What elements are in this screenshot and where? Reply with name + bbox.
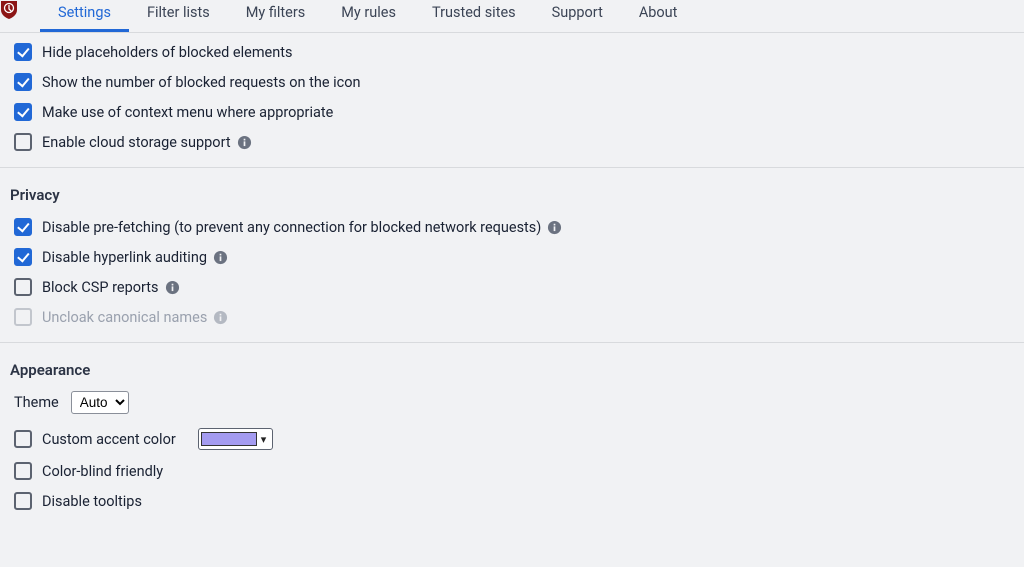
- section-title-appearance: Appearance: [10, 347, 1014, 387]
- row-custom-accent: Custom accent color ▾: [10, 422, 1014, 456]
- checkbox-disable-hyperlink-auditing[interactable]: [14, 248, 32, 266]
- row-cloud-storage: Enable cloud storage support: [10, 127, 1014, 157]
- appearance-section: Appearance Theme Auto Custom accent colo…: [0, 343, 1024, 526]
- row-block-csp: Block CSP reports: [10, 272, 1014, 302]
- label-color-blind: Color-blind friendly: [42, 463, 163, 480]
- checkbox-disable-prefetch[interactable]: [14, 218, 32, 236]
- row-theme: Theme Auto: [10, 387, 1014, 422]
- checkbox-hide-placeholders[interactable]: [14, 43, 32, 61]
- label-disable-prefetch: Disable pre-fetching (to prevent any con…: [42, 219, 541, 236]
- tab-support[interactable]: Support: [534, 0, 621, 32]
- tab-my-filters[interactable]: My filters: [228, 0, 324, 32]
- checkbox-context-menu[interactable]: [14, 103, 32, 121]
- info-icon[interactable]: [237, 135, 252, 150]
- accent-color-picker[interactable]: ▾: [198, 428, 274, 450]
- label-block-csp: Block CSP reports: [42, 279, 159, 296]
- checkbox-block-csp[interactable]: [14, 278, 32, 296]
- label-disable-tooltips: Disable tooltips: [42, 493, 142, 510]
- chevron-down-icon: ▾: [257, 433, 271, 446]
- label-uncloak-canonical: Uncloak canonical names: [42, 309, 207, 326]
- tab-settings[interactable]: Settings: [40, 0, 129, 32]
- tab-filter-lists[interactable]: Filter lists: [129, 0, 228, 32]
- checkbox-color-blind[interactable]: [14, 462, 32, 480]
- info-icon[interactable]: [213, 250, 228, 265]
- row-uncloak-canonical: Uncloak canonical names: [10, 302, 1014, 332]
- row-context-menu: Make use of context menu where appropria…: [10, 97, 1014, 127]
- row-disable-prefetch: Disable pre-fetching (to prevent any con…: [10, 212, 1014, 242]
- checkbox-cloud-storage[interactable]: [14, 133, 32, 151]
- label-cloud-storage: Enable cloud storage support: [42, 134, 231, 151]
- row-color-blind: Color-blind friendly: [10, 456, 1014, 486]
- tab-bar: Settings Filter lists My filters My rule…: [0, 0, 1024, 33]
- tab-trusted-sites[interactable]: Trusted sites: [414, 0, 534, 32]
- checkbox-custom-accent[interactable]: [14, 430, 32, 448]
- section-title-privacy: Privacy: [10, 172, 1014, 212]
- theme-select[interactable]: Auto: [71, 391, 129, 414]
- ublock-logo-icon: [0, 0, 18, 20]
- tab-about[interactable]: About: [621, 0, 696, 32]
- info-icon[interactable]: [547, 220, 562, 235]
- label-theme: Theme: [14, 394, 59, 411]
- row-hide-placeholders: Hide placeholders of blocked elements: [10, 37, 1014, 67]
- row-disable-hyperlink-auditing: Disable hyperlink auditing: [10, 242, 1014, 272]
- row-disable-tooltips: Disable tooltips: [10, 486, 1014, 516]
- info-icon[interactable]: [213, 310, 228, 325]
- checkbox-disable-tooltips[interactable]: [14, 492, 32, 510]
- color-swatch: [201, 432, 257, 446]
- general-section: Hide placeholders of blocked elements Sh…: [0, 33, 1024, 168]
- label-show-blocked-count: Show the number of blocked requests on t…: [42, 74, 361, 91]
- label-hide-placeholders: Hide placeholders of blocked elements: [42, 44, 292, 61]
- label-custom-accent: Custom accent color: [42, 431, 176, 448]
- tab-my-rules[interactable]: My rules: [323, 0, 414, 32]
- info-icon[interactable]: [165, 280, 180, 295]
- privacy-section: Privacy Disable pre-fetching (to prevent…: [0, 168, 1024, 343]
- row-show-blocked-count: Show the number of blocked requests on t…: [10, 67, 1014, 97]
- checkbox-show-blocked-count[interactable]: [14, 73, 32, 91]
- label-disable-hyperlink-auditing: Disable hyperlink auditing: [42, 249, 207, 266]
- label-context-menu: Make use of context menu where appropria…: [42, 104, 333, 121]
- checkbox-uncloak-canonical: [14, 308, 32, 326]
